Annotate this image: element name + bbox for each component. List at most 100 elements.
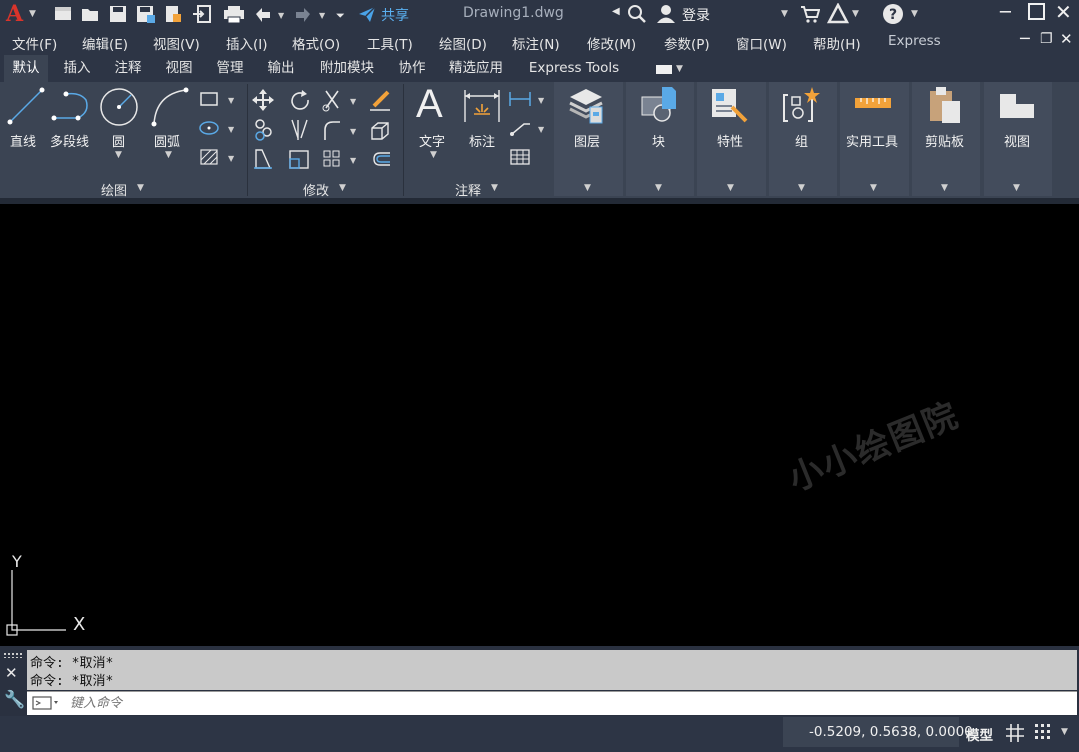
stretch-icon[interactable] [254,149,272,169]
tab-output[interactable]: 输出 [259,55,303,82]
utilities-dropdown-icon[interactable]: ▼ [870,183,877,193]
polyline-button-label[interactable]: 多段线 [50,131,89,150]
doc-restore-button[interactable]: ❐ [1040,31,1053,47]
groups-dropdown-icon[interactable]: ▼ [798,183,805,193]
menu-draw[interactable]: 绘图(D) [439,33,487,53]
command-close-icon[interactable]: ✕ [5,664,18,682]
share-button[interactable]: 共享 [381,5,409,25]
command-settings-icon[interactable]: 🔧 [4,690,25,710]
model-space-button[interactable]: 模型 [966,724,993,744]
menu-view[interactable]: 视图(V) [153,33,200,53]
modify-panel-title[interactable]: 修改 [303,180,329,199]
command-prompt-icon[interactable] [32,695,64,711]
publish-icon[interactable] [166,6,181,22]
close-button[interactable]: ✕ [1055,0,1072,24]
search-icon[interactable] [627,4,647,24]
copy-icon[interactable] [255,119,272,141]
menu-express[interactable]: Express [888,33,941,49]
cart-icon[interactable] [800,5,820,23]
autodesk-a360-icon[interactable] [827,3,849,25]
array-3d-icon[interactable] [371,122,389,140]
linear-dimension-icon[interactable]: ▼ [509,92,545,106]
arc-icon[interactable] [148,86,192,128]
annotation-panel-title[interactable]: 注释 [455,180,481,199]
scale-icon[interactable] [289,150,309,169]
menu-tools[interactable]: 工具(T) [367,33,413,53]
plot-icon[interactable] [224,6,244,24]
customize-icon[interactable]: ⏷ [336,9,345,22]
hatch-icon[interactable]: ▼ [200,149,235,165]
user-icon[interactable] [656,4,676,24]
new-icon[interactable] [55,7,71,20]
tab-insert[interactable]: 插入 [55,55,99,82]
offset-icon[interactable] [373,152,390,166]
tab-featured-apps[interactable]: 精选应用 [442,55,510,82]
save-icon[interactable] [110,6,126,22]
menu-modify[interactable]: 修改(M) [587,33,636,53]
signin-button[interactable]: 登录 [682,5,710,25]
draw-panel-title[interactable]: 绘图 [101,180,127,199]
help-icon[interactable]: ? [882,3,904,25]
minimize-button[interactable]: ─ [1000,2,1011,23]
circle-icon[interactable] [98,86,140,128]
annotation-panel-expand-icon[interactable]: ▼ [491,183,498,193]
erase-icon[interactable] [370,90,390,111]
ellipse-icon[interactable]: ▼ [199,121,235,135]
text-icon[interactable]: A [416,82,443,127]
table-icon[interactable] [510,149,530,165]
leader-icon[interactable]: ▼ [510,123,545,136]
doc-minimize-button[interactable]: ─ [1020,29,1030,48]
view-dropdown-icon[interactable]: ▼ [1013,183,1020,193]
polyline-icon[interactable] [50,88,94,124]
fillet-icon[interactable]: ▼ [324,121,357,140]
dimension-icon[interactable] [463,88,503,126]
export-icon[interactable] [193,5,211,23]
menu-format[interactable]: 格式(O) [292,33,340,53]
rotate-icon[interactable] [291,90,309,110]
tab-manage[interactable]: 管理 [208,55,252,82]
command-input[interactable] [68,693,972,713]
undo-icon[interactable]: ▼ [256,8,285,22]
circle-button-label[interactable]: 圆 [112,131,125,150]
draw-panel-expand-icon[interactable]: ▼ [137,183,144,193]
move-icon[interactable] [252,89,274,111]
line-icon[interactable] [6,86,46,128]
open-icon[interactable] [82,9,98,21]
circle-dropdown-icon[interactable]: ▼ [115,150,122,160]
menu-insert[interactable]: 插入(I) [226,33,268,53]
snap-mode-icon[interactable] [1033,722,1053,742]
trim-icon[interactable]: ▼ [322,90,357,112]
ribbon-minimize-toggle[interactable]: ▼ [656,64,684,76]
maximize-button[interactable] [1028,3,1045,20]
menu-dimension[interactable]: 标注(N) [512,33,560,53]
command-grip-icon[interactable] [3,652,23,658]
arc-button-label[interactable]: 圆弧 [154,131,180,150]
doc-close-button[interactable]: ✕ [1060,30,1073,48]
block-dropdown-icon[interactable]: ▼ [655,183,662,193]
clipboard-dropdown-icon[interactable]: ▼ [941,183,948,193]
text-dropdown-icon[interactable]: ▼ [430,150,437,160]
snap-dropdown-icon[interactable]: ▼ [1061,727,1068,737]
array-icon[interactable]: ▼ [323,150,357,167]
modify-panel-expand-icon[interactable]: ▼ [339,183,346,193]
tab-view[interactable]: 视图 [157,55,201,82]
a360-dropdown-icon[interactable]: ▼ [852,9,859,19]
arc-dropdown-icon[interactable]: ▼ [165,150,172,160]
chevron-left-icon[interactable]: ◀ [612,6,620,17]
signin-dropdown-icon[interactable]: ▼ [781,9,788,19]
mirror-icon[interactable] [291,119,308,140]
grid-display-icon[interactable] [1004,722,1026,744]
menu-edit[interactable]: 编辑(E) [82,33,128,53]
dimension-button-label[interactable]: 标注 [469,131,495,150]
menu-file[interactable]: 文件(F) [12,33,57,53]
rectangle-icon[interactable]: ▼ [200,92,235,106]
tab-collaborate[interactable]: 协作 [390,55,434,82]
help-dropdown-icon[interactable]: ▼ [911,9,918,19]
tab-annotate[interactable]: 注释 [106,55,150,82]
tab-express-tools[interactable]: Express Tools [520,55,628,82]
menu-window[interactable]: 窗口(W) [736,33,787,53]
line-button-label[interactable]: 直线 [10,131,36,150]
menu-parameters[interactable]: 参数(P) [664,33,710,53]
app-menu-button[interactable]: A ▼ [4,1,42,27]
tab-addins[interactable]: 附加模块 [312,55,382,82]
